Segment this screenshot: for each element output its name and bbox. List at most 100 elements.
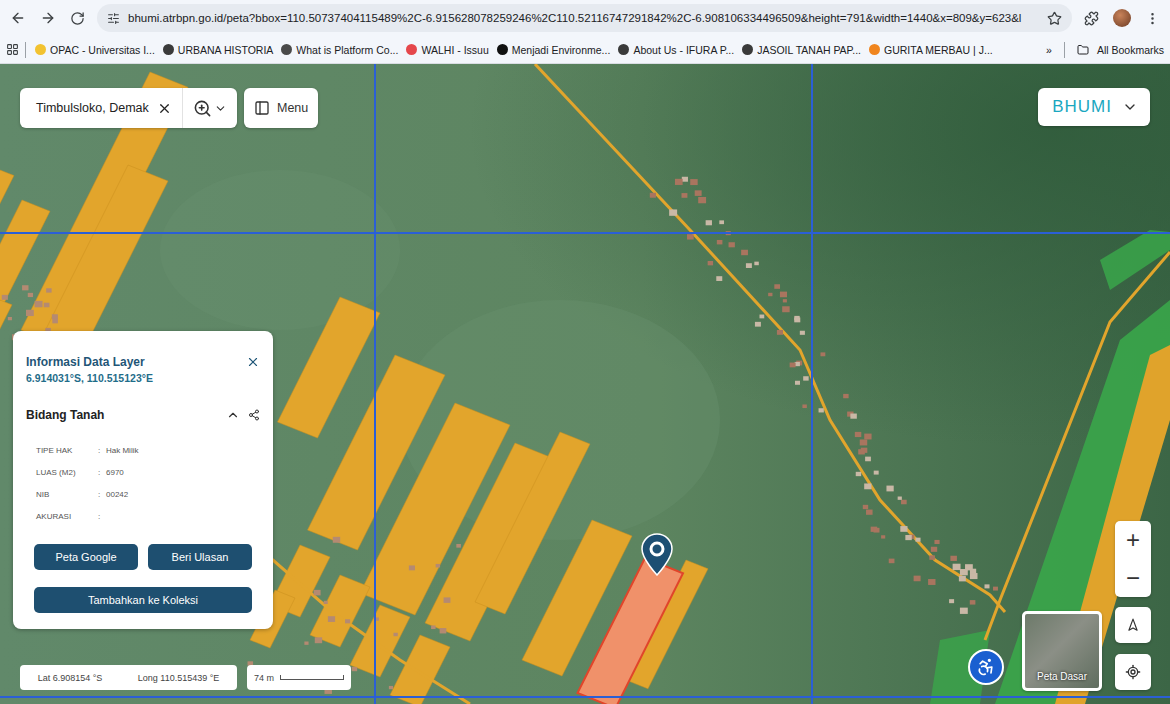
locate-button[interactable] [1115,654,1151,690]
bookmark-item[interactable]: URBANA HISTORIA [160,42,277,58]
panel-button[interactable]: Peta Google [34,544,138,570]
house [682,177,688,182]
zoom-in-button[interactable]: + [1115,521,1151,559]
attribute-list: TIPE HAK:Hak MilikLUAS (M2):6970NIB:0024… [26,446,260,522]
land-parcel[interactable] [350,605,410,677]
house [774,284,780,289]
land-parcel[interactable] [0,170,14,236]
house [716,276,722,281]
menu-button[interactable]: Menu [244,88,318,128]
profile-avatar[interactable] [1113,9,1131,27]
house [898,497,902,500]
menu-dots-icon[interactable] [1145,11,1160,26]
house [436,564,440,568]
panel-button[interactable]: Beri Ulasan [148,544,252,570]
bookmark-item[interactable]: About Us - IFURA P... [615,42,737,58]
water-area [0,64,1170,704]
house [328,616,335,622]
location-pin-icon[interactable] [640,532,674,576]
house [431,625,436,629]
panel-coordinates: 6.914031°S, 110.515123°E [26,372,153,384]
panel-title: Informasi Data Layer [26,355,153,369]
favicon-icon [742,44,753,55]
land-parcel[interactable] [43,165,168,351]
land-parcel-green[interactable] [1100,230,1170,290]
house [874,528,880,533]
house [741,250,748,255]
house [333,537,340,543]
favicon-icon [406,44,417,55]
house [719,220,724,224]
house [970,573,978,579]
house [681,193,687,198]
house [795,381,800,385]
address-bar[interactable]: bhumi.atrbpn.go.id/peta?bbox=110.5073740… [97,4,1072,32]
locate-icon [1125,664,1141,680]
extensions-icon[interactable] [1084,11,1099,26]
close-icon[interactable] [246,355,260,369]
back-icon[interactable] [10,10,26,26]
house [352,667,357,671]
house [794,317,800,322]
land-parcel[interactable] [0,300,12,345]
house [315,637,322,643]
bookmark-item[interactable]: JASOIL TANAH PAP... [739,42,864,58]
attribute-row: LUAS (M2):6970 [36,468,260,478]
house [698,197,706,203]
section-header[interactable]: Bidang Tanah [26,408,260,422]
bookmark-star-icon[interactable] [1047,11,1062,26]
house [444,597,451,602]
house [28,293,33,297]
house [345,619,350,623]
house [865,457,871,462]
house [754,262,758,266]
house [790,363,796,368]
bookmarks-overflow[interactable]: » [1046,44,1052,56]
share-icon[interactable] [248,409,260,421]
house [783,299,787,302]
land-parcel-green[interactable] [995,300,1170,704]
road [985,252,1170,640]
favicon-icon [618,44,629,55]
house [850,414,856,419]
forward-icon[interactable] [40,10,56,26]
zoom-tool-button[interactable] [183,88,237,128]
house [843,394,848,398]
bookmark-item[interactable]: WALHI - Issuu [403,42,491,58]
collapse-icon[interactable] [226,408,240,422]
browser-toolbar: bhumi.atrbpn.go.id/peta?bbox=110.5073740… [0,0,1170,36]
bookmark-item[interactable]: What is Platform Co... [278,42,401,58]
bookmark-item[interactable]: OPAC - Universitas I... [32,42,158,58]
house [440,628,447,633]
accessibility-button[interactable] [968,649,1004,685]
house [52,314,58,319]
scale-bar: 74 m [247,665,351,690]
apps-icon[interactable] [6,43,19,56]
zoom-out-button[interactable]: − [1115,559,1151,597]
house [755,322,761,327]
house [44,303,50,308]
house [768,293,772,296]
house [819,408,824,412]
bookmark-item[interactable]: Menjadi Environme... [494,42,614,58]
compass-button[interactable] [1115,607,1151,643]
house [934,540,939,544]
land-parcel[interactable] [390,635,450,704]
all-bookmarks[interactable]: All Bookmarks [1097,44,1164,56]
bhumi-logo-button[interactable]: BHUMI [1038,88,1150,126]
search-input[interactable]: Timbulsloko, Demak [20,88,183,128]
house [746,263,752,268]
house [901,500,907,505]
land-parcel[interactable] [310,575,370,647]
url-text[interactable]: bhumi.atrbpn.go.id/peta?bbox=110.5073740… [128,12,1039,24]
reload-icon[interactable] [70,11,85,26]
map-area[interactable]: Timbulsloko, Demak Menu BHUMI Informasi Dat… [0,64,1170,704]
clear-icon[interactable] [157,101,172,116]
bookmark-item[interactable]: GURITA MERBAU | J... [866,42,996,58]
favicon-icon [163,44,174,55]
selected-parcel[interactable] [578,558,684,704]
site-info-icon[interactable] [107,12,120,25]
add-to-collection-button[interactable]: Tambahkan ke Koleksi [34,587,252,613]
favicon-icon [35,44,46,55]
basemap-switcher[interactable]: Peta Dasar [1022,611,1102,691]
